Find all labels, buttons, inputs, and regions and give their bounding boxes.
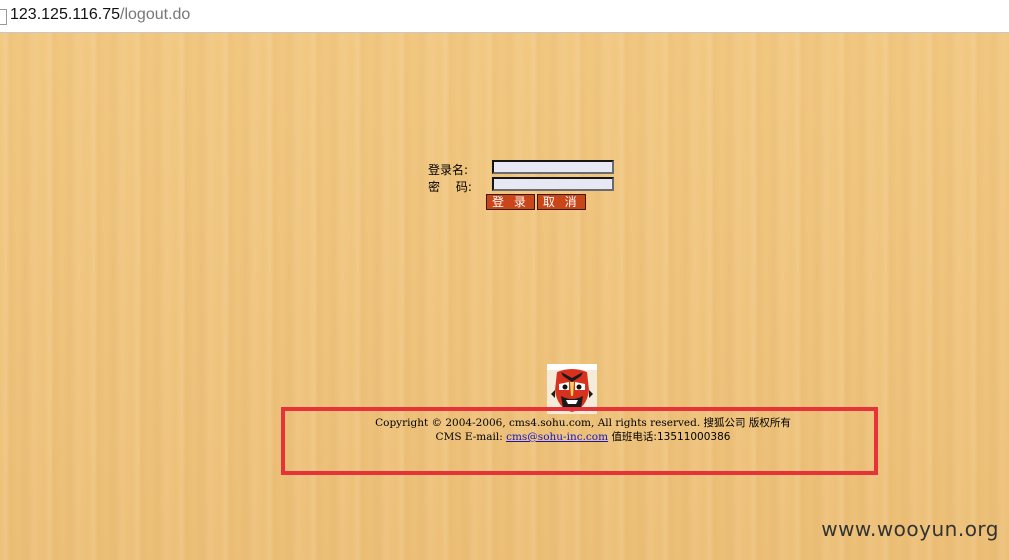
page-icon bbox=[0, 9, 7, 25]
login-buttons: 登 录取 消 bbox=[486, 194, 588, 210]
username-input[interactable] bbox=[492, 160, 614, 174]
username-label: 登录名: bbox=[428, 163, 469, 177]
url-path: /logout.do bbox=[120, 6, 191, 23]
password-label: 密 码: bbox=[428, 180, 472, 194]
watermark: www.wooyun.org bbox=[821, 517, 999, 541]
footer: Copyright © 2004-2006, cms4.sohu.com, Al… bbox=[283, 416, 883, 444]
duty-phone: 值班电话:13511000386 bbox=[611, 431, 731, 443]
copyright-text: Copyright © 2004-2006, cms4.sohu.com, Al… bbox=[375, 417, 791, 429]
email-link[interactable]: cms@sohu-inc.com bbox=[506, 431, 608, 443]
password-input[interactable] bbox=[492, 177, 614, 191]
email-label: CMS E-mail: bbox=[435, 431, 503, 443]
contact-line: CMS E-mail: cms@sohu-inc.com 值班电话:135110… bbox=[283, 430, 883, 444]
url-text[interactable]: 123.125.116.75/logout.do bbox=[10, 6, 190, 24]
cancel-button[interactable]: 取 消 bbox=[536, 194, 586, 210]
login-button[interactable]: 登 录 bbox=[486, 194, 535, 210]
browser-address-bar[interactable]: 123.125.116.75/logout.do bbox=[0, 0, 1009, 33]
url-host: 123.125.116.75 bbox=[10, 6, 121, 23]
